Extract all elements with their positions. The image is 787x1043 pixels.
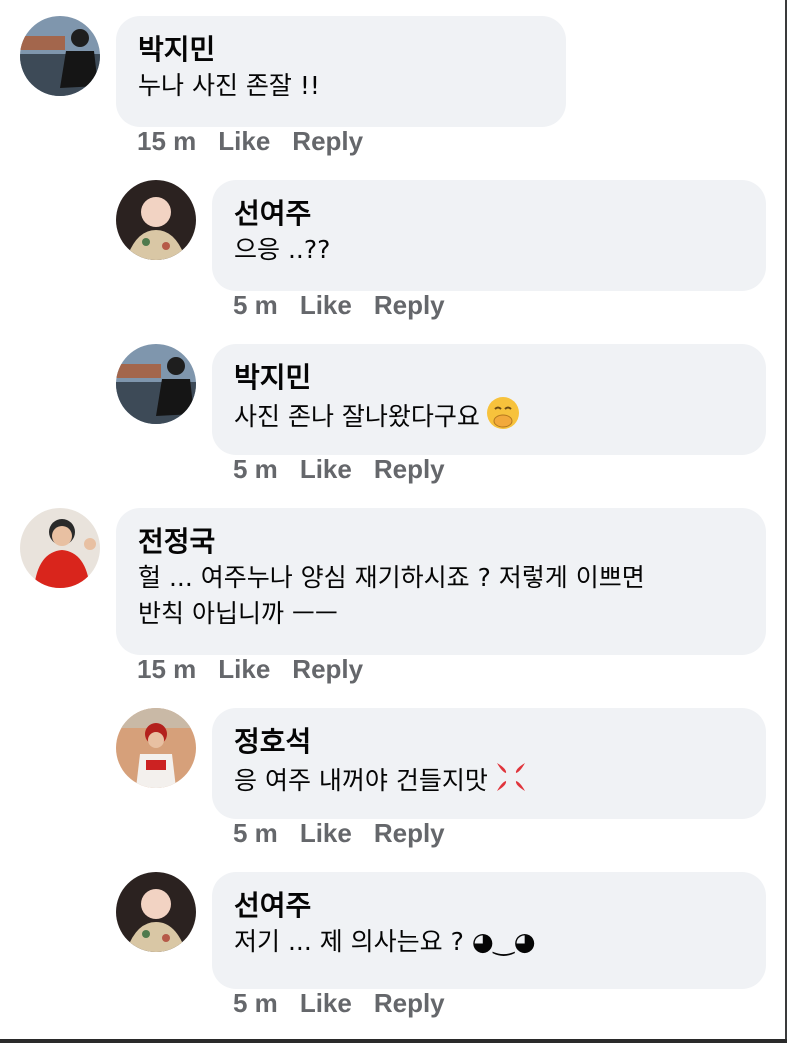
avatar[interactable] bbox=[116, 708, 196, 788]
comment-bubble: 선여주 저기 ... 제 의사는요 ? ◕‿◕ bbox=[212, 872, 766, 989]
comment-timestamp: 15 m bbox=[137, 126, 197, 156]
anger-symbol-emoji bbox=[494, 760, 528, 804]
comment-text: 저기 ... 제 의사는요 ? ◕‿◕ bbox=[234, 927, 536, 956]
comment-text: 으응 ..?? bbox=[234, 235, 331, 264]
like-button[interactable]: Like bbox=[300, 818, 352, 848]
comment-text: 누나 사진 존잘 !! bbox=[138, 71, 320, 100]
reply-button[interactable]: Reply bbox=[374, 454, 445, 484]
comment-actions: 5 m Like Reply bbox=[233, 818, 467, 849]
avatar[interactable] bbox=[116, 344, 196, 424]
comment-text-line-2: 반칙 아닙니까 ㅡㅡ bbox=[138, 599, 338, 628]
comment-timestamp: 5 m bbox=[233, 988, 278, 1018]
like-button[interactable]: Like bbox=[300, 988, 352, 1018]
comment-timestamp: 5 m bbox=[233, 818, 278, 848]
avatar[interactable] bbox=[116, 872, 196, 952]
like-button[interactable]: Like bbox=[218, 654, 270, 684]
comment-text-content: 사진 존나 잘나왔다구요 bbox=[234, 402, 480, 431]
comment-bubble: 박지민 누나 사진 존잘 !! bbox=[116, 16, 566, 127]
hand-over-mouth-emoji bbox=[486, 396, 520, 440]
comment-bubble: 선여주 으응 ..?? bbox=[212, 180, 766, 291]
comment-bubble: 박지민 사진 존나 잘나왔다구요 bbox=[212, 344, 766, 455]
comment-text-line-1: 헐 ... 여주누나 양심 재기하시죠 ? 저렇게 이쁘면 bbox=[138, 563, 645, 592]
commenter-name[interactable]: 박지민 bbox=[138, 32, 544, 68]
comment-actions: 15 m Like Reply bbox=[137, 126, 385, 157]
comment-actions: 5 m Like Reply bbox=[233, 454, 467, 485]
like-button[interactable]: Like bbox=[218, 126, 270, 156]
like-button[interactable]: Like bbox=[300, 290, 352, 320]
commenter-name[interactable]: 선여주 bbox=[234, 888, 744, 924]
avatar[interactable] bbox=[20, 16, 100, 96]
commenter-name[interactable]: 전정국 bbox=[138, 524, 744, 560]
comment-bubble: 정호석 응 여주 내꺼야 건들지맛 bbox=[212, 708, 766, 819]
commenter-name[interactable]: 선여주 bbox=[234, 196, 744, 232]
comment-bubble: 전정국 헐 ... 여주누나 양심 재기하시죠 ? 저렇게 이쁘면 반칙 아닙니… bbox=[116, 508, 766, 655]
comment-text: 응 여주 내꺼야 건들지맛 bbox=[234, 760, 744, 804]
commenter-name[interactable]: 정호석 bbox=[234, 724, 744, 760]
like-button[interactable]: Like bbox=[300, 454, 352, 484]
reply-button[interactable]: Reply bbox=[374, 290, 445, 320]
comment-actions: 5 m Like Reply bbox=[233, 290, 467, 321]
comment-text: 사진 존나 잘나왔다구요 bbox=[234, 396, 744, 440]
commenter-name[interactable]: 박지민 bbox=[234, 360, 744, 396]
reply-button[interactable]: Reply bbox=[292, 126, 363, 156]
comment-timestamp: 5 m bbox=[233, 454, 278, 484]
comment-actions: 5 m Like Reply bbox=[233, 988, 467, 1019]
reply-button[interactable]: Reply bbox=[374, 988, 445, 1018]
avatar[interactable] bbox=[20, 508, 100, 588]
comment-timestamp: 15 m bbox=[137, 654, 197, 684]
comment-timestamp: 5 m bbox=[233, 290, 278, 320]
comment-actions: 15 m Like Reply bbox=[137, 654, 385, 685]
reply-button[interactable]: Reply bbox=[292, 654, 363, 684]
avatar[interactable] bbox=[116, 180, 196, 260]
comment-text-content: 응 여주 내꺼야 건들지맛 bbox=[234, 766, 488, 795]
reply-button[interactable]: Reply bbox=[374, 818, 445, 848]
window-bottom-edge bbox=[0, 1039, 787, 1043]
